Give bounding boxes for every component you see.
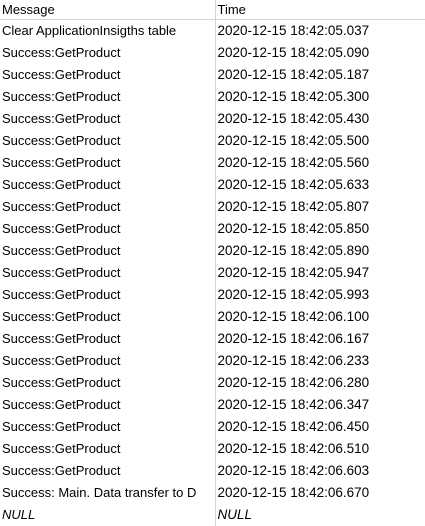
column-header-message[interactable]: Message [0, 0, 216, 20]
message-cell[interactable]: Success:GetProduct [0, 438, 216, 460]
time-cell[interactable]: 2020-12-15 18:42:05.300 [215, 86, 425, 108]
message-cell[interactable]: Success:GetProduct [0, 130, 216, 152]
table-row[interactable]: Success:GetProduct 2020-12-15 18:42:06.2… [0, 350, 425, 372]
time-cell[interactable]: 2020-12-15 18:42:06.450 [215, 416, 425, 438]
table-row[interactable]: Success:GetProduct 2020-12-15 18:42:06.3… [0, 394, 425, 416]
time-cell[interactable]: 2020-12-15 18:42:05.090 [215, 42, 425, 64]
message-cell[interactable]: Success:GetProduct [0, 394, 216, 416]
table-row[interactable]: Success:GetProduct 2020-12-15 18:42:06.1… [0, 306, 425, 328]
table-row[interactable]: Success:GetProduct 2020-12-15 18:42:05.8… [0, 218, 425, 240]
table-row[interactable]: Success: Main. Data transfer to D 2020-1… [0, 482, 425, 504]
time-cell[interactable]: 2020-12-15 18:42:05.500 [215, 130, 425, 152]
table-row[interactable]: NULL NULL [0, 504, 425, 526]
time-cell[interactable]: 2020-12-15 18:42:05.187 [215, 64, 425, 86]
time-cell[interactable]: 2020-12-15 18:42:05.037 [215, 20, 425, 43]
message-cell[interactable]: Clear ApplicationInsigths table [0, 19, 216, 42]
time-cell[interactable]: 2020-12-15 18:42:05.993 [215, 284, 425, 306]
time-cell[interactable]: 2020-12-15 18:42:05.633 [215, 174, 425, 196]
time-cell[interactable]: 2020-12-15 18:42:06.280 [215, 372, 425, 394]
time-cell[interactable]: NULL [215, 504, 425, 526]
time-cell[interactable]: 2020-12-15 18:42:06.167 [215, 328, 425, 350]
message-cell[interactable]: Success:GetProduct [0, 152, 216, 174]
results-grid: Message Time Clear ApplicationInsigths t… [0, 0, 425, 526]
header-row: Message Time [0, 0, 425, 20]
time-cell[interactable]: 2020-12-15 18:42:05.807 [215, 196, 425, 218]
table-row[interactable]: Success:GetProduct 2020-12-15 18:42:05.1… [0, 64, 425, 86]
message-cell[interactable]: Success:GetProduct [0, 196, 216, 218]
time-cell[interactable]: 2020-12-15 18:42:05.560 [215, 152, 425, 174]
time-cell[interactable]: 2020-12-15 18:42:06.233 [215, 350, 425, 372]
time-cell[interactable]: 2020-12-15 18:42:05.430 [215, 108, 425, 130]
message-cell[interactable]: Success:GetProduct [0, 86, 216, 108]
table-row[interactable]: Success:GetProduct 2020-12-15 18:42:05.5… [0, 152, 425, 174]
time-cell[interactable]: 2020-12-15 18:42:06.347 [215, 394, 425, 416]
table-row[interactable]: Success:GetProduct 2020-12-15 18:42:05.4… [0, 108, 425, 130]
message-cell[interactable]: Success:GetProduct [0, 460, 216, 482]
message-cell[interactable]: Success:GetProduct [0, 262, 216, 284]
time-cell[interactable]: 2020-12-15 18:42:05.850 [215, 218, 425, 240]
time-cell[interactable]: 2020-12-15 18:42:06.100 [215, 306, 425, 328]
time-cell[interactable]: 2020-12-15 18:42:05.890 [215, 240, 425, 262]
message-cell[interactable]: Success:GetProduct [0, 328, 216, 350]
table-row[interactable]: Success:GetProduct 2020-12-15 18:42:05.9… [0, 284, 425, 306]
time-cell[interactable]: 2020-12-15 18:42:05.947 [215, 262, 425, 284]
table-row[interactable]: Success:GetProduct 2020-12-15 18:42:05.6… [0, 174, 425, 196]
table-row[interactable]: Success:GetProduct 2020-12-15 18:42:05.8… [0, 196, 425, 218]
message-cell[interactable]: Success:GetProduct [0, 284, 216, 306]
table-row[interactable]: Success:GetProduct 2020-12-15 18:42:05.0… [0, 42, 425, 64]
message-cell[interactable]: Success:GetProduct [0, 350, 216, 372]
message-cell[interactable]: Success:GetProduct [0, 240, 216, 262]
table-row[interactable]: Success:GetProduct 2020-12-15 18:42:06.2… [0, 372, 425, 394]
table-row[interactable]: Success:GetProduct 2020-12-15 18:42:05.5… [0, 130, 425, 152]
table-row[interactable]: Success:GetProduct 2020-12-15 18:42:06.6… [0, 460, 425, 482]
time-cell[interactable]: 2020-12-15 18:42:06.603 [215, 460, 425, 482]
message-cell[interactable]: NULL [0, 504, 216, 526]
message-cell[interactable]: Success:GetProduct [0, 64, 216, 86]
time-cell[interactable]: 2020-12-15 18:42:06.670 [215, 482, 425, 504]
table-row[interactable]: Success:GetProduct 2020-12-15 18:42:06.4… [0, 416, 425, 438]
table-row[interactable]: Success:GetProduct 2020-12-15 18:42:06.5… [0, 438, 425, 460]
message-cell[interactable]: Success:GetProduct [0, 306, 216, 328]
table-row[interactable]: Success:GetProduct 2020-12-15 18:42:05.9… [0, 262, 425, 284]
column-header-time[interactable]: Time [215, 0, 425, 20]
message-cell[interactable]: Success:GetProduct [0, 218, 216, 240]
message-cell[interactable]: Success:GetProduct [0, 174, 216, 196]
message-cell[interactable]: Success: Main. Data transfer to D [0, 482, 216, 504]
table-row[interactable]: Success:GetProduct 2020-12-15 18:42:05.3… [0, 86, 425, 108]
message-cell[interactable]: Success:GetProduct [0, 372, 216, 394]
message-cell[interactable]: Success:GetProduct [0, 416, 216, 438]
time-cell[interactable]: 2020-12-15 18:42:06.510 [215, 438, 425, 460]
message-cell[interactable]: Success:GetProduct [0, 42, 216, 64]
table-row[interactable]: Success:GetProduct 2020-12-15 18:42:06.1… [0, 328, 425, 350]
message-cell[interactable]: Success:GetProduct [0, 108, 216, 130]
table-row[interactable]: Clear ApplicationInsigths table 2020-12-… [0, 19, 425, 43]
table-row[interactable]: Success:GetProduct 2020-12-15 18:42:05.8… [0, 240, 425, 262]
